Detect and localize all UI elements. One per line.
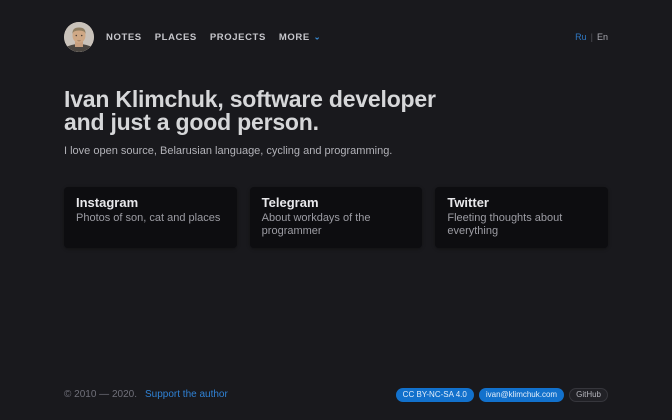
card-description: About workdays of the programmer — [262, 212, 411, 238]
avatar[interactable] — [64, 22, 94, 52]
license-badge[interactable]: CC BY-NC-SA 4.0 — [396, 388, 474, 403]
nav-item-places[interactable]: Places — [155, 32, 197, 43]
lang-current-en: En — [597, 32, 608, 42]
card-title: Telegram — [262, 195, 411, 210]
card-title: Instagram — [76, 195, 225, 210]
nav-item-notes[interactable]: Notes — [106, 32, 142, 43]
card-title: Twitter — [447, 195, 596, 210]
footer-badges: CC BY-NC-SA 4.0 ivan@klimchuk.com GitHub — [396, 388, 608, 403]
support-author-link[interactable]: Support the author — [145, 389, 228, 400]
avatar-photo — [64, 22, 94, 52]
card-description: Fleeting thoughts about everything — [447, 212, 596, 238]
card-telegram[interactable]: Telegram About workdays of the programme… — [250, 187, 423, 248]
nav-item-more[interactable]: More ⌄ — [279, 32, 321, 43]
lang-separator: | — [591, 32, 593, 42]
site-header: Notes Places Projects More ⌄ Ru | En — [0, 22, 672, 52]
card-instagram[interactable]: Instagram Photos of son, cat and places — [64, 187, 237, 248]
copyright-text: © 2010 — 2020. — [64, 389, 137, 400]
site-footer: © 2010 — 2020. Support the author CC BY-… — [0, 388, 672, 403]
github-badge[interactable]: GitHub — [569, 388, 608, 403]
main-nav: Notes Places Projects More ⌄ — [106, 32, 321, 43]
nav-item-label: Places — [155, 32, 197, 43]
page-title: Ivan Klimchuk, software developer and ju… — [64, 88, 464, 134]
language-switcher: Ru | En — [575, 32, 608, 42]
nav-item-label: More — [279, 32, 310, 43]
card-twitter[interactable]: Twitter Fleeting thoughts about everythi… — [435, 187, 608, 248]
hero-section: Ivan Klimchuk, software developer and ju… — [0, 88, 672, 157]
card-description: Photos of son, cat and places — [76, 212, 225, 225]
social-cards: Instagram Photos of son, cat and places … — [0, 187, 672, 248]
page-subtitle: I love open source, Belarusian language,… — [64, 145, 608, 157]
email-badge[interactable]: ivan@klimchuk.com — [479, 388, 564, 403]
lang-link-ru[interactable]: Ru — [575, 32, 587, 42]
nav-item-projects[interactable]: Projects — [210, 32, 266, 43]
nav-item-label: Notes — [106, 32, 142, 43]
chevron-down-icon: ⌄ — [314, 34, 321, 42]
nav-item-label: Projects — [210, 32, 266, 43]
